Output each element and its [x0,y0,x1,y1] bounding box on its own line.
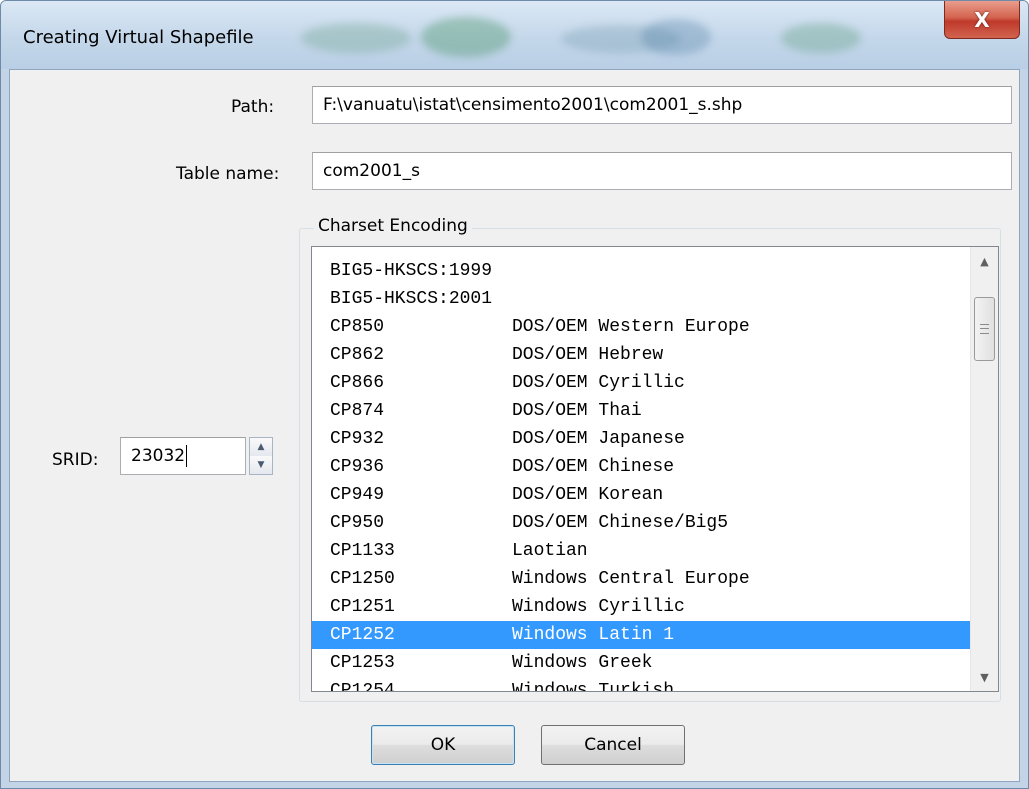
charset-description: Laotian [512,541,588,561]
charset-description: DOS/OEM Korean [512,485,664,505]
path-value: F:\vanuatu\istat\censimento2001\com2001_… [323,95,743,115]
charset-list-item[interactable]: CP874 DOS/OEM Thai [312,397,970,425]
charset-list-item[interactable]: BIG5-HKSCS:2001 [312,285,970,313]
charset-description: Windows Latin 1 [512,625,675,645]
charset-list-item[interactable]: CP932 DOS/OEM Japanese [312,425,970,453]
charset-list-item[interactable]: CP850 DOS/OEM Western Europe [312,313,970,341]
charset-description: Windows Greek [512,653,653,673]
scroll-up-icon: ▲ [980,254,989,268]
charset-list-item[interactable]: CP950 DOS/OEM Chinese/Big5 [312,509,970,537]
spin-down-icon: ▼ [257,460,265,470]
srid-value: 23032 [131,446,186,466]
charset-description: DOS/OEM Japanese [512,429,685,449]
srid-decrement-button[interactable]: ▼ [250,456,272,474]
charset-list-item[interactable]: CP1254 Windows Turkish [312,677,970,691]
close-button[interactable]: X [944,1,1020,39]
charset-list-item[interactable]: CP1252 Windows Latin 1 [312,621,970,649]
spin-up-icon: ▲ [257,442,265,452]
title-bar[interactable]: Creating Virtual Shapefile X [1,1,1028,69]
charset-code: CP932 [330,429,385,449]
ok-button[interactable]: OK [371,725,515,765]
charset-code: CP949 [330,485,385,505]
charset-code: CP1133 [330,541,395,561]
charset-code: BIG5-HKSCS:1999 [330,261,493,281]
charset-description: Windows Turkish [512,681,675,691]
charset-code: CP1250 [330,569,395,589]
scroll-thumb[interactable] [974,297,995,361]
charset-list-item[interactable]: CP949 DOS/OEM Korean [312,481,970,509]
charset-description: DOS/OEM Cyrillic [512,373,685,393]
scroll-down-button[interactable]: ▼ [971,663,998,691]
window-title: Creating Virtual Shapefile [23,27,254,48]
srid-increment-button[interactable]: ▲ [250,438,272,457]
path-label: Path: [231,97,275,117]
grip-icon [980,324,989,334]
charset-description: Windows Cyrillic [512,597,685,617]
text-caret [186,445,188,467]
charset-list: BIG5-HKSCS:1999 BIG5-HKSCS:2001 CP850 DOS/O… [312,247,970,691]
charset-code: CP850 [330,317,385,337]
charset-description: DOS/OEM Thai [512,401,642,421]
charset-code: CP1252 [330,625,395,645]
charset-code: CP862 [330,345,385,365]
charset-list-item[interactable]: CP1253 Windows Greek [312,649,970,677]
charset-scrollbar[interactable]: ▲ ▼ [970,247,998,691]
charset-code: CP1251 [330,597,395,617]
charset-description: DOS/OEM Western Europe [512,317,750,337]
charset-list-item[interactable]: BIG5-HKSCS:1999 [312,257,970,285]
table-name-value: com2001_s [323,161,420,181]
charset-group-title: Charset Encoding [314,216,472,236]
scroll-up-button[interactable]: ▲ [971,247,998,275]
charset-list-item[interactable]: CP866 DOS/OEM Cyrillic [312,369,970,397]
charset-code: CP950 [330,513,385,533]
charset-description: DOS/OEM Hebrew [512,345,664,365]
charset-code: CP874 [330,401,385,421]
srid-spinner[interactable]: ▲ ▼ [249,437,273,475]
charset-list-item[interactable]: CP1133 Laotian [312,537,970,565]
srid-label: SRID: [52,450,99,470]
charset-code: CP866 [330,373,385,393]
charset-code: CP936 [330,457,385,477]
path-input[interactable]: F:\vanuatu\istat\censimento2001\com2001_… [312,86,1012,124]
dialog-body: Path: F:\vanuatu\istat\censimento2001\co… [9,69,1020,782]
charset-list-item[interactable]: CP1250 Windows Central Europe [312,565,970,593]
charset-list-item[interactable]: CP1251 Windows Cyrillic [312,593,970,621]
charset-description: DOS/OEM Chinese [512,457,675,477]
close-icon: X [974,7,990,32]
srid-input[interactable]: 23032 [120,437,246,475]
charset-list-item[interactable]: CP936 DOS/OEM Chinese [312,453,970,481]
scroll-down-icon: ▼ [980,670,989,684]
charset-code: CP1253 [330,653,395,673]
charset-description: Windows Central Europe [512,569,750,589]
table-name-label: Table name: [176,164,280,184]
dialog-window: Creating Virtual Shapefile X Path: F:\va… [0,0,1029,789]
charset-list-item[interactable]: CP862 DOS/OEM Hebrew [312,341,970,369]
charset-code: CP1254 [330,681,395,691]
table-name-input[interactable]: com2001_s [312,152,1012,190]
cancel-button[interactable]: Cancel [541,725,685,765]
charset-listbox[interactable]: BIG5-HKSCS:1999 BIG5-HKSCS:2001 CP850 DOS/O… [311,246,999,692]
charset-description: DOS/OEM Chinese/Big5 [512,513,729,533]
charset-code: BIG5-HKSCS:2001 [330,289,493,309]
